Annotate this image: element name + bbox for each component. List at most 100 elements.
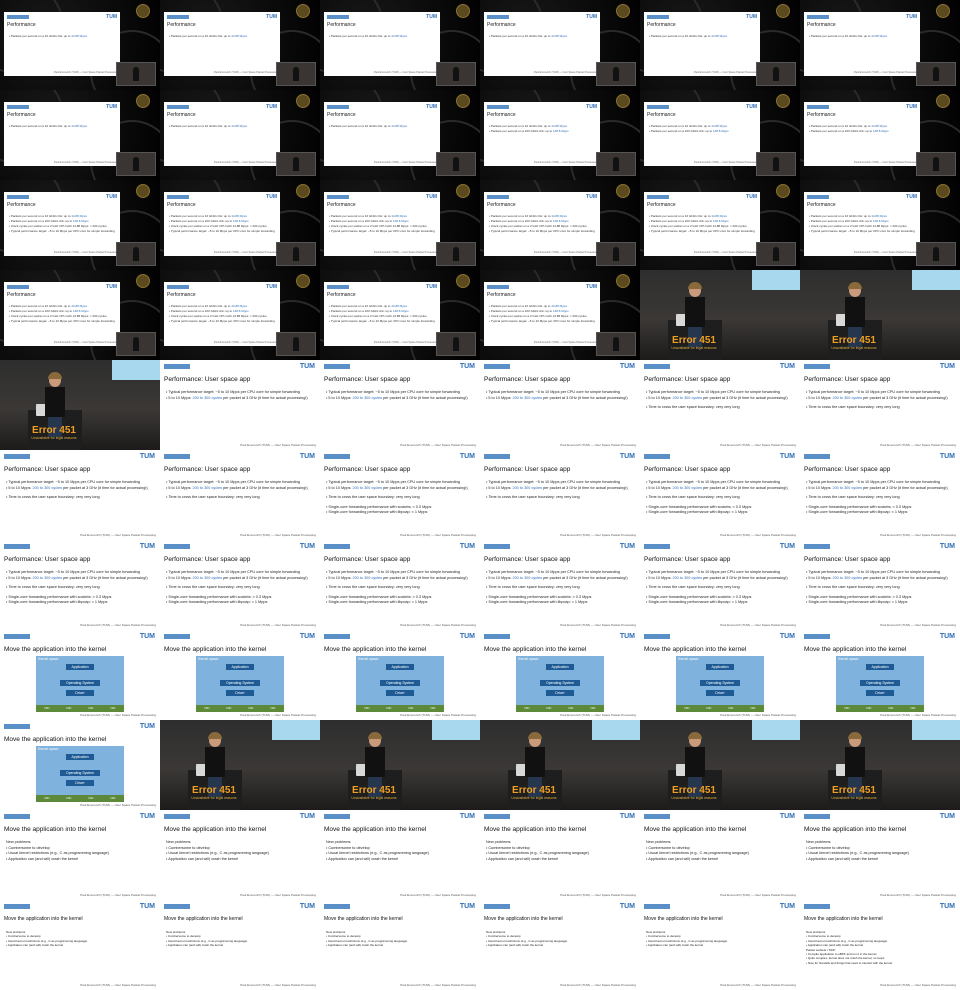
thumb-kernel-problems-slide[interactable]: TUM Move the application into the kernel… — [320, 900, 480, 990]
thumb-performance-inset[interactable]: TUM Performance • Packets per second on … — [320, 180, 480, 270]
thumb-speaker-camera[interactable]: Error 451 Unavailable for legal reasons — [800, 270, 960, 360]
bullet-text: 5 to 10 Mpps: — [808, 395, 833, 400]
thumb-performance-inset[interactable]: TUM Performance • Packets per second on … — [640, 90, 800, 180]
speaker-camera-inset — [596, 62, 636, 86]
thumb-performance-inset[interactable]: TUM Performance • Packets per second on … — [160, 270, 320, 360]
thumb-kernel-problems-slide[interactable]: TUM Move the application into the kernel… — [640, 810, 800, 900]
thumb-performance-inset[interactable]: TUM Performance • Packets per second on … — [0, 180, 160, 270]
slide-title: Performance: User space app — [324, 556, 411, 563]
thumb-speaker-camera[interactable]: Error 451 Unavailable for legal reasons — [640, 270, 800, 360]
thumb-performance-inset[interactable]: TUM Performance • Packets per second on … — [640, 0, 800, 90]
thumb-userspace-slide[interactable]: TUM Performance: User space app • Typica… — [640, 540, 800, 630]
thumb-performance-inset[interactable]: TUM Performance • Packets per second on … — [480, 180, 640, 270]
thumb-kernel-problems-slide[interactable]: TUM Move the application into the kernel… — [160, 900, 320, 990]
thumb-performance-inset[interactable]: TUM Performance • Packets per second on … — [800, 0, 960, 90]
thumb-userspace-slide[interactable]: TUM Performance: User space app • Typica… — [320, 360, 480, 450]
thumb-kernel-diagram-slide[interactable]: TUM Move the application into the kernel… — [320, 630, 480, 720]
slide-footer: Paul Emmerich (TUM) — User Space Packet … — [853, 71, 917, 74]
thumb-userspace-slide[interactable]: TUM Performance: User space app • Typica… — [800, 540, 960, 630]
thumb-performance-inset[interactable]: TUM Performance • Packets per second on … — [320, 270, 480, 360]
nic-label: NIC — [684, 706, 690, 710]
bullet-text: Packets per second on a 100 Gbit/s link:… — [170, 219, 233, 223]
thumb-kernel-problems-slide[interactable]: TUM Move the application into the kernel… — [320, 810, 480, 900]
thumb-performance-inset[interactable]: TUM Performance • Packets per second on … — [0, 90, 160, 180]
thumb-userspace-slide[interactable]: TUM Performance: User space app • Typica… — [320, 540, 480, 630]
thumb-kernel-problems-slide[interactable]: TUM Move the application into the kernel… — [800, 900, 960, 990]
thumb-kernel-problems-slide[interactable]: TUM Move the application into the kernel… — [640, 900, 800, 990]
thumb-userspace-slide[interactable]: TUM Performance: User space app • Typica… — [160, 360, 320, 450]
bullet-line: • Typical performance target: ~5 to 10 M… — [489, 319, 595, 323]
bullet-line: • Typical performance target: ~5 to 10 M… — [9, 319, 115, 323]
thumb-speaker-camera[interactable]: Error 451 Unavailable for legal reasons — [320, 720, 480, 810]
thumb-userspace-slide[interactable]: TUM Performance: User space app • Typica… — [480, 540, 640, 630]
speaker-camera-inset — [276, 332, 316, 356]
thumb-performance-inset[interactable]: TUM Performance • Packets per second on … — [160, 0, 320, 90]
thumb-performance-inset[interactable]: TUM Performance • Packets per second on … — [320, 0, 480, 90]
thumb-speaker-camera[interactable]: Error 451 Unavailable for legal reasons — [0, 360, 160, 450]
slide-title: Move the application into the kernel — [4, 646, 107, 653]
thumb-kernel-diagram-slide[interactable]: TUM Move the application into the kernel… — [0, 630, 160, 720]
university-logo — [484, 544, 510, 549]
thumb-userspace-slide[interactable]: TUM Performance: User space app • Typica… — [480, 450, 640, 540]
thumb-speaker-camera[interactable]: Error 451 Unavailable for legal reasons — [800, 720, 960, 810]
thumb-performance-inset[interactable]: TUM Performance • Packets per second on … — [0, 0, 160, 90]
thumb-kernel-problems-slide[interactable]: TUM Move the application into the kernel… — [800, 810, 960, 900]
university-logo — [484, 634, 510, 639]
thumb-kernel-problems-slide[interactable]: TUM Move the application into the kernel… — [480, 810, 640, 900]
bullet-text: Time to cross the user space boundary: v… — [488, 585, 580, 589]
thumb-userspace-slide[interactable]: TUM Performance: User space app • Typica… — [800, 360, 960, 450]
university-logo — [644, 454, 670, 459]
thumb-kernel-diagram-slide[interactable]: TUM Move the application into the kernel… — [480, 630, 640, 720]
thumb-performance-inset[interactable]: TUM Performance • Packets per second on … — [800, 90, 960, 180]
thumb-performance-inset[interactable]: TUM Performance • Packets per second on … — [320, 90, 480, 180]
thumb-userspace-slide[interactable]: TUM Performance: User space app • Typica… — [800, 450, 960, 540]
bullet-text: Single-core forwarding performance with … — [648, 504, 752, 509]
bullet-line: • 5 to 10 Mpps: 200 to 300 cycles per pa… — [486, 485, 628, 490]
bullet-line: • 5 to 10 Mpps: 200 to 300 cycles per pa… — [806, 575, 948, 580]
application-box: Application — [546, 664, 574, 670]
thumb-userspace-slide[interactable]: TUM Performance: User space app • Typica… — [0, 450, 160, 540]
speaker-camera-inset — [596, 242, 636, 266]
thumb-performance-inset[interactable]: TUM Performance • Packets per second on … — [640, 180, 800, 270]
thumb-performance-inset[interactable]: TUM Performance • Packets per second on … — [0, 270, 160, 360]
bullet-text: Usual kernel restrictions (e.g., C as pr… — [808, 851, 909, 855]
thumb-speaker-camera[interactable]: Error 451 Unavailable for legal reasons — [480, 720, 640, 810]
thumb-kernel-problems-slide[interactable]: TUM Move the application into the kernel… — [0, 900, 160, 990]
thumb-userspace-slide[interactable]: TUM Performance: User space app • Typica… — [640, 360, 800, 450]
bullet-line: • Time to cross the user space boundary:… — [646, 405, 740, 409]
thumb-speaker-camera[interactable]: Error 451 Unavailable for legal reasons — [640, 720, 800, 810]
slide-bullets: • Typical performance target: ~5 to 10 M… — [6, 570, 148, 606]
thumb-performance-inset[interactable]: TUM Performance • Packets per second on … — [480, 0, 640, 90]
thumb-userspace-slide[interactable]: TUM Performance: User space app • Typica… — [160, 450, 320, 540]
university-logo — [804, 634, 830, 639]
thumb-performance-inset[interactable]: TUM Performance • Packets per second on … — [160, 90, 320, 180]
thumb-kernel-diagram-slide[interactable]: TUM Move the application into the kernel… — [800, 630, 960, 720]
bullet-text: Time to cross the user space boundary: v… — [648, 405, 740, 409]
thumb-kernel-diagram-slide[interactable]: TUM Move the application into the kernel… — [160, 630, 320, 720]
slide-bullets: • Packets per second on a 10 Gbit/s link… — [329, 34, 407, 39]
thumb-performance-inset[interactable]: TUM Performance • Packets per second on … — [160, 180, 320, 270]
thumb-userspace-slide[interactable]: TUM Performance: User space app • Typica… — [480, 360, 640, 450]
thumb-kernel-diagram-slide[interactable]: TUM Move the application into the kernel… — [640, 630, 800, 720]
kernel-diagram: Kernel space Application Operating Syste… — [36, 656, 124, 712]
thumb-kernel-problems-slide[interactable]: TUM Move the application into the kernel… — [480, 900, 640, 990]
thumb-userspace-slide[interactable]: TUM Performance: User space app • Typica… — [0, 540, 160, 630]
thumb-speaker-camera[interactable]: Error 451 Unavailable for legal reasons — [160, 720, 320, 810]
tum-logo: TUM — [139, 633, 155, 640]
bullet-text: Time to cross the user space boundary: v… — [808, 585, 900, 589]
thumb-kernel-problems-slide[interactable]: TUM Move the application into the kernel… — [160, 810, 320, 900]
nic-row: NIC NIC NIC NIC — [836, 705, 924, 712]
bullet-highlight: 148.8 Mpps — [72, 219, 89, 223]
thumb-userspace-slide[interactable]: TUM Performance: User space app • Typica… — [160, 540, 320, 630]
thumb-performance-inset[interactable]: TUM Performance • Packets per second on … — [800, 180, 960, 270]
bullet-text: Application can (and will) crash the ker… — [8, 856, 79, 861]
thumb-userspace-slide[interactable]: TUM Performance: User space app • Typica… — [640, 450, 800, 540]
bullet-line: • Application can (and will) crash the k… — [806, 856, 879, 861]
slide-footer: Paul Emmerich (TUM) — User Space Packet … — [400, 443, 476, 447]
thumb-userspace-slide[interactable]: TUM Performance: User space app • Typica… — [320, 450, 480, 540]
thumb-performance-inset[interactable]: TUM Performance • Packets per second on … — [480, 270, 640, 360]
thumb-kernel-diagram-slide[interactable]: TUM Move the application into the kernel… — [0, 720, 160, 810]
thumb-kernel-problems-slide[interactable]: TUM Move the application into the kernel… — [0, 810, 160, 900]
thumb-performance-inset[interactable]: TUM Performance • Packets per second on … — [480, 90, 640, 180]
decor-coin — [456, 4, 470, 18]
